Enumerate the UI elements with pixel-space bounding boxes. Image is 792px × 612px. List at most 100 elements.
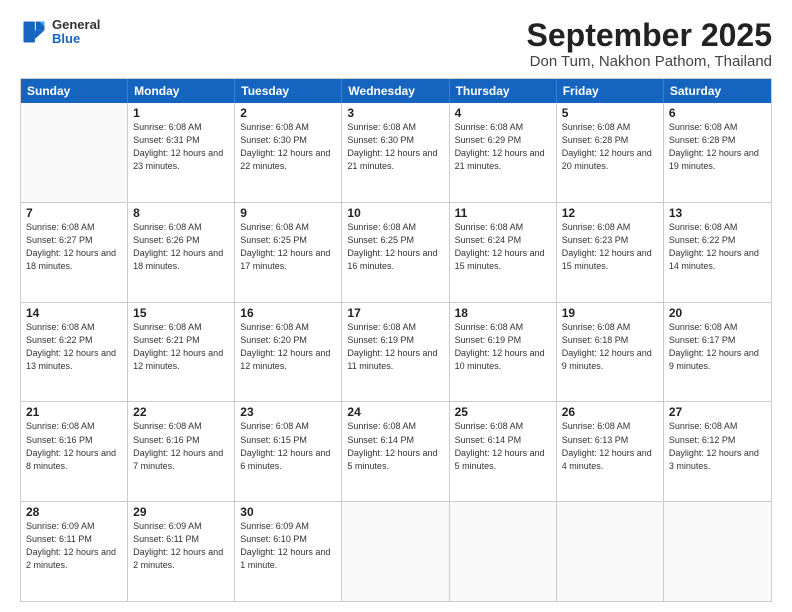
day-number: 24 <box>347 405 443 419</box>
calendar-day-header: Friday <box>557 79 664 103</box>
sun-info: Sunrise: 6:08 AM Sunset: 6:16 PM Dayligh… <box>133 420 229 472</box>
calendar-cell: 16Sunrise: 6:08 AM Sunset: 6:20 PM Dayli… <box>235 303 342 402</box>
sun-info: Sunrise: 6:08 AM Sunset: 6:12 PM Dayligh… <box>669 420 766 472</box>
calendar-row: 21Sunrise: 6:08 AM Sunset: 6:16 PM Dayli… <box>21 402 771 502</box>
calendar-cell: 2Sunrise: 6:08 AM Sunset: 6:30 PM Daylig… <box>235 103 342 202</box>
day-number: 27 <box>669 405 766 419</box>
logo: General Blue <box>20 18 100 47</box>
subtitle: Don Tum, Nakhon Pathom, Thailand <box>527 53 772 70</box>
sun-info: Sunrise: 6:08 AM Sunset: 6:25 PM Dayligh… <box>347 221 443 273</box>
calendar-cell: 11Sunrise: 6:08 AM Sunset: 6:24 PM Dayli… <box>450 203 557 302</box>
day-number: 23 <box>240 405 336 419</box>
calendar-cell: 22Sunrise: 6:08 AM Sunset: 6:16 PM Dayli… <box>128 402 235 501</box>
page: General Blue September 2025 Don Tum, Nak… <box>0 0 792 612</box>
sun-info: Sunrise: 6:08 AM Sunset: 6:27 PM Dayligh… <box>26 221 122 273</box>
calendar-day-header: Tuesday <box>235 79 342 103</box>
calendar-row: 1Sunrise: 6:08 AM Sunset: 6:31 PM Daylig… <box>21 103 771 203</box>
sun-info: Sunrise: 6:08 AM Sunset: 6:19 PM Dayligh… <box>347 321 443 373</box>
day-number: 17 <box>347 306 443 320</box>
header: General Blue September 2025 Don Tum, Nak… <box>20 18 772 70</box>
day-number: 20 <box>669 306 766 320</box>
calendar-row: 28Sunrise: 6:09 AM Sunset: 6:11 PM Dayli… <box>21 502 771 601</box>
calendar-cell: 20Sunrise: 6:08 AM Sunset: 6:17 PM Dayli… <box>664 303 771 402</box>
sun-info: Sunrise: 6:08 AM Sunset: 6:20 PM Dayligh… <box>240 321 336 373</box>
day-number: 3 <box>347 106 443 120</box>
calendar-row: 14Sunrise: 6:08 AM Sunset: 6:22 PM Dayli… <box>21 303 771 403</box>
calendar-cell: 23Sunrise: 6:08 AM Sunset: 6:15 PM Dayli… <box>235 402 342 501</box>
calendar-cell: 12Sunrise: 6:08 AM Sunset: 6:23 PM Dayli… <box>557 203 664 302</box>
sun-info: Sunrise: 6:08 AM Sunset: 6:30 PM Dayligh… <box>240 121 336 173</box>
sun-info: Sunrise: 6:08 AM Sunset: 6:22 PM Dayligh… <box>26 321 122 373</box>
day-number: 22 <box>133 405 229 419</box>
sun-info: Sunrise: 6:08 AM Sunset: 6:28 PM Dayligh… <box>669 121 766 173</box>
calendar-cell <box>21 103 128 202</box>
calendar-day-header: Sunday <box>21 79 128 103</box>
calendar-cell: 7Sunrise: 6:08 AM Sunset: 6:27 PM Daylig… <box>21 203 128 302</box>
logo-general-label: General <box>52 18 100 32</box>
sun-info: Sunrise: 6:08 AM Sunset: 6:16 PM Dayligh… <box>26 420 122 472</box>
logo-icon <box>20 18 48 46</box>
day-number: 21 <box>26 405 122 419</box>
calendar-cell: 18Sunrise: 6:08 AM Sunset: 6:19 PM Dayli… <box>450 303 557 402</box>
sun-info: Sunrise: 6:08 AM Sunset: 6:30 PM Dayligh… <box>347 121 443 173</box>
day-number: 12 <box>562 206 658 220</box>
day-number: 18 <box>455 306 551 320</box>
sun-info: Sunrise: 6:08 AM Sunset: 6:31 PM Dayligh… <box>133 121 229 173</box>
calendar-cell: 10Sunrise: 6:08 AM Sunset: 6:25 PM Dayli… <box>342 203 449 302</box>
sun-info: Sunrise: 6:08 AM Sunset: 6:17 PM Dayligh… <box>669 321 766 373</box>
sun-info: Sunrise: 6:09 AM Sunset: 6:10 PM Dayligh… <box>240 520 336 572</box>
calendar-cell: 21Sunrise: 6:08 AM Sunset: 6:16 PM Dayli… <box>21 402 128 501</box>
calendar-day-header: Wednesday <box>342 79 449 103</box>
calendar-cell: 19Sunrise: 6:08 AM Sunset: 6:18 PM Dayli… <box>557 303 664 402</box>
day-number: 25 <box>455 405 551 419</box>
sun-info: Sunrise: 6:08 AM Sunset: 6:19 PM Dayligh… <box>455 321 551 373</box>
day-number: 19 <box>562 306 658 320</box>
sun-info: Sunrise: 6:08 AM Sunset: 6:28 PM Dayligh… <box>562 121 658 173</box>
calendar: SundayMondayTuesdayWednesdayThursdayFrid… <box>20 78 772 602</box>
calendar-day-header: Monday <box>128 79 235 103</box>
day-number: 9 <box>240 206 336 220</box>
sun-info: Sunrise: 6:08 AM Sunset: 6:15 PM Dayligh… <box>240 420 336 472</box>
sun-info: Sunrise: 6:09 AM Sunset: 6:11 PM Dayligh… <box>26 520 122 572</box>
day-number: 6 <box>669 106 766 120</box>
sun-info: Sunrise: 6:08 AM Sunset: 6:13 PM Dayligh… <box>562 420 658 472</box>
calendar-cell: 17Sunrise: 6:08 AM Sunset: 6:19 PM Dayli… <box>342 303 449 402</box>
calendar-cell: 9Sunrise: 6:08 AM Sunset: 6:25 PM Daylig… <box>235 203 342 302</box>
sun-info: Sunrise: 6:08 AM Sunset: 6:24 PM Dayligh… <box>455 221 551 273</box>
calendar-header: SundayMondayTuesdayWednesdayThursdayFrid… <box>21 79 771 103</box>
day-number: 2 <box>240 106 336 120</box>
sun-info: Sunrise: 6:08 AM Sunset: 6:23 PM Dayligh… <box>562 221 658 273</box>
calendar-cell: 4Sunrise: 6:08 AM Sunset: 6:29 PM Daylig… <box>450 103 557 202</box>
calendar-cell: 6Sunrise: 6:08 AM Sunset: 6:28 PM Daylig… <box>664 103 771 202</box>
logo-blue-label: Blue <box>52 32 100 46</box>
sun-info: Sunrise: 6:09 AM Sunset: 6:11 PM Dayligh… <box>133 520 229 572</box>
sun-info: Sunrise: 6:08 AM Sunset: 6:14 PM Dayligh… <box>347 420 443 472</box>
day-number: 26 <box>562 405 658 419</box>
calendar-cell: 27Sunrise: 6:08 AM Sunset: 6:12 PM Dayli… <box>664 402 771 501</box>
day-number: 10 <box>347 206 443 220</box>
calendar-cell: 25Sunrise: 6:08 AM Sunset: 6:14 PM Dayli… <box>450 402 557 501</box>
calendar-cell: 5Sunrise: 6:08 AM Sunset: 6:28 PM Daylig… <box>557 103 664 202</box>
day-number: 13 <box>669 206 766 220</box>
calendar-cell: 3Sunrise: 6:08 AM Sunset: 6:30 PM Daylig… <box>342 103 449 202</box>
day-number: 15 <box>133 306 229 320</box>
day-number: 1 <box>133 106 229 120</box>
calendar-cell: 26Sunrise: 6:08 AM Sunset: 6:13 PM Dayli… <box>557 402 664 501</box>
day-number: 28 <box>26 505 122 519</box>
day-number: 8 <box>133 206 229 220</box>
day-number: 29 <box>133 505 229 519</box>
sun-info: Sunrise: 6:08 AM Sunset: 6:18 PM Dayligh… <box>562 321 658 373</box>
day-number: 11 <box>455 206 551 220</box>
calendar-day-header: Saturday <box>664 79 771 103</box>
sun-info: Sunrise: 6:08 AM Sunset: 6:14 PM Dayligh… <box>455 420 551 472</box>
sun-info: Sunrise: 6:08 AM Sunset: 6:29 PM Dayligh… <box>455 121 551 173</box>
calendar-cell: 29Sunrise: 6:09 AM Sunset: 6:11 PM Dayli… <box>128 502 235 601</box>
calendar-cell: 1Sunrise: 6:08 AM Sunset: 6:31 PM Daylig… <box>128 103 235 202</box>
day-number: 30 <box>240 505 336 519</box>
calendar-cell: 15Sunrise: 6:08 AM Sunset: 6:21 PM Dayli… <box>128 303 235 402</box>
logo-text: General Blue <box>52 18 100 47</box>
sun-info: Sunrise: 6:08 AM Sunset: 6:25 PM Dayligh… <box>240 221 336 273</box>
title-block: September 2025 Don Tum, Nakhon Pathom, T… <box>527 18 772 70</box>
calendar-row: 7Sunrise: 6:08 AM Sunset: 6:27 PM Daylig… <box>21 203 771 303</box>
calendar-cell <box>557 502 664 601</box>
